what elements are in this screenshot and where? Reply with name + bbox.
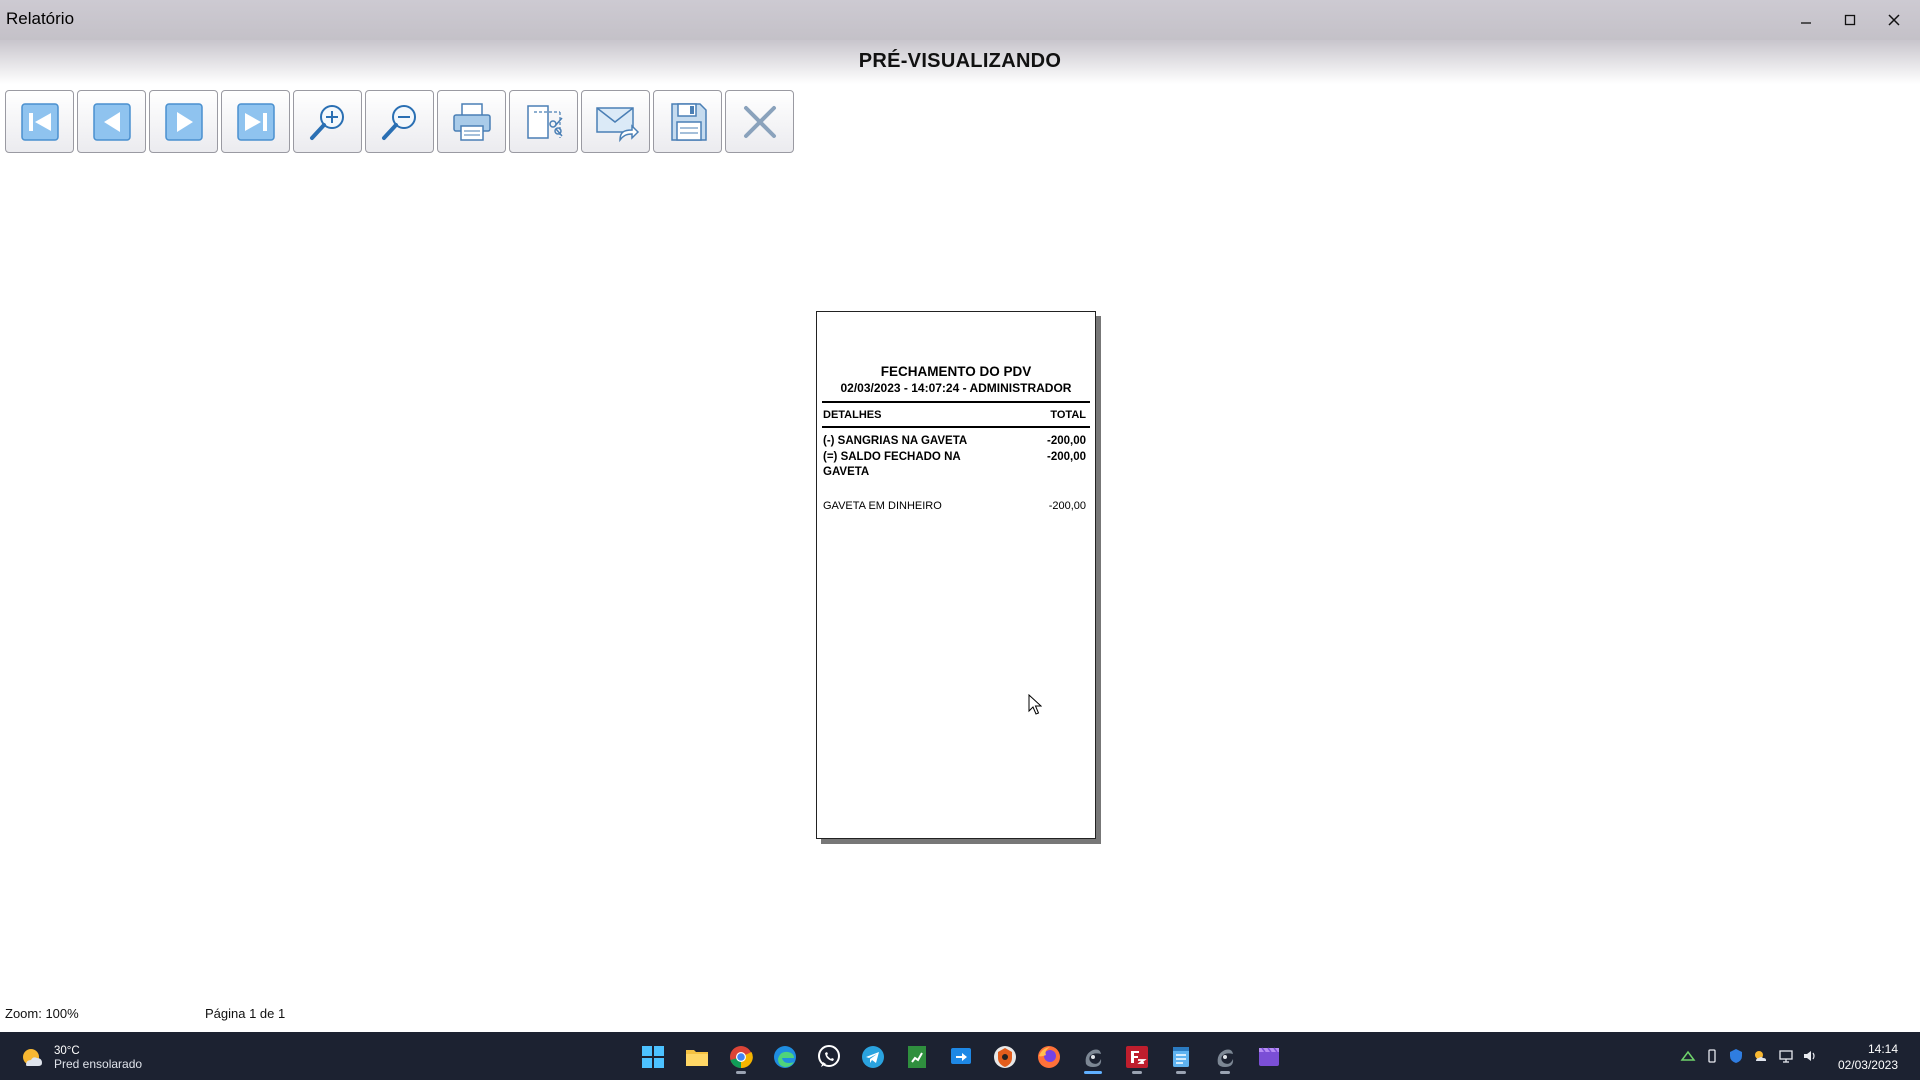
maximize-button[interactable] (1828, 0, 1872, 40)
row-value-saldo: -200,00 (1046, 451, 1086, 463)
page-setup-icon (526, 104, 563, 139)
report-divider-header (822, 426, 1090, 428)
last-page-icon (236, 102, 275, 141)
preview-header: PRÉ-VISUALIZANDO (0, 40, 1920, 84)
taskbar-app-remote[interactable] (944, 1040, 978, 1074)
report-divider-top (822, 401, 1090, 403)
next-page-button[interactable] (149, 90, 218, 153)
taskbar-running-indicator (1132, 1071, 1142, 1074)
maximize-icon (1844, 14, 1856, 26)
taskbar-active-indicator (1084, 1071, 1102, 1074)
window-title: Relatório (6, 9, 75, 28)
weather-widget[interactable]: 30°C Pred ensolarado (18, 1044, 142, 1072)
weather-temperature: 30°C (54, 1045, 80, 1057)
previous-page-icon (92, 102, 131, 141)
folder-icon (686, 1050, 708, 1066)
status-page: Página 1 de 1 (205, 1006, 286, 1021)
summary-value: -200,00 (1048, 500, 1086, 512)
column-header-total: TOTAL (1050, 409, 1086, 421)
zoom-out-icon (381, 104, 416, 140)
page-setup-button[interactable] (509, 90, 578, 153)
taskbar-running-indicator (1176, 1071, 1186, 1074)
taskbar-filezilla[interactable] (1120, 1040, 1154, 1074)
swirl-app-2-icon (1217, 1049, 1234, 1067)
zoom-in-icon (309, 104, 344, 140)
clock-time: 14:14 (1867, 1042, 1898, 1056)
close-window-button[interactable] (1872, 0, 1916, 40)
taskbar: 30°C Pred ensolarado 14:14 02/03/2023 (0, 1032, 1920, 1080)
taskbar-clock[interactable]: 14:14 02/03/2023 (1838, 1041, 1898, 1073)
close-x-icon (743, 105, 776, 138)
taskbar-whatsapp[interactable] (812, 1040, 846, 1074)
taskbar-app-swirl-2[interactable] (1208, 1040, 1242, 1074)
weather-condition: Pred ensolarado (54, 1057, 143, 1071)
remote-desktop-icon (951, 1048, 971, 1064)
row-label-sangrias: (-) SANGRIAS NA GAVETA (823, 435, 968, 447)
taskbar-notepad[interactable] (1164, 1040, 1198, 1074)
first-page-icon (20, 102, 59, 141)
close-icon (1888, 14, 1900, 26)
printer-icon (452, 102, 491, 141)
sun-cloud-icon (23, 1049, 42, 1066)
start-button[interactable] (636, 1040, 670, 1074)
mouse-cursor-icon (1028, 694, 1042, 715)
minimize-button[interactable] (1784, 0, 1828, 40)
tray-weather-icon[interactable] (1752, 1048, 1768, 1064)
tray-network-app-icon[interactable] (1680, 1048, 1696, 1064)
tray-network-icon[interactable] (1778, 1048, 1794, 1064)
taskbar-chrome[interactable] (724, 1040, 758, 1074)
chrome-icon (730, 1046, 753, 1069)
summary-label: GAVETA EM DINHEIRO (823, 500, 942, 512)
report-title: FECHAMENTO DO PDV (880, 364, 1032, 379)
next-page-icon (164, 102, 203, 141)
taskbar-telegram[interactable] (856, 1040, 890, 1074)
title-bar: Relatório (0, 0, 1920, 40)
floppy-disk-icon (670, 102, 707, 141)
zoom-in-button[interactable] (293, 90, 362, 153)
save-button[interactable] (653, 90, 722, 153)
zoom-out-button[interactable] (365, 90, 434, 153)
report-subtitle: 02/03/2023 - 14:07:24 - ADMINISTRADOR (840, 381, 1072, 395)
taskbar-file-explorer[interactable] (680, 1040, 714, 1074)
send-email-button[interactable] (581, 90, 650, 153)
taskbar-app-green[interactable] (900, 1040, 934, 1074)
telegram-icon (862, 1046, 884, 1068)
last-page-button[interactable] (221, 90, 290, 153)
taskbar-app-active[interactable] (1076, 1040, 1110, 1074)
video-editor-icon (1259, 1047, 1279, 1066)
shield-app-icon (994, 1046, 1016, 1068)
first-page-button[interactable] (5, 90, 74, 153)
edge-icon (774, 1046, 796, 1068)
swirl-app-icon (1085, 1049, 1102, 1067)
tray-security-icon[interactable] (1728, 1048, 1744, 1064)
windows-logo-icon (642, 1046, 664, 1068)
spreadsheet-icon (908, 1046, 926, 1068)
firefox-icon (1038, 1046, 1060, 1068)
tray-usb-icon[interactable] (1704, 1048, 1720, 1064)
taskbar-clipchamp[interactable] (1252, 1040, 1286, 1074)
close-preview-button[interactable] (725, 90, 794, 153)
taskbar-app-shield[interactable] (988, 1040, 1022, 1074)
previous-page-button[interactable] (77, 90, 146, 153)
minimize-icon (1801, 22, 1811, 24)
taskbar-firefox[interactable] (1032, 1040, 1066, 1074)
taskbar-edge[interactable] (768, 1040, 802, 1074)
status-zoom: Zoom: 100% (5, 1006, 79, 1021)
taskbar-running-indicator (1220, 1071, 1230, 1074)
page-heading: PRÉ-VISUALIZANDO (858, 50, 1062, 72)
row-label-saldo: (=) SALDO FECHADO NA GAVETA (823, 451, 961, 478)
tray-volume-icon[interactable] (1802, 1048, 1818, 1064)
print-button[interactable] (437, 90, 506, 153)
report-page: FECHAMENTO DO PDV 02/03/2023 - 14:07:24 … (816, 311, 1096, 839)
taskbar-running-indicator (736, 1071, 746, 1074)
report-window: Relatório PRÉ-VISUALIZANDO FECHAMENTO DO… (0, 0, 1920, 1032)
row-value-sangrias: -200,00 (1046, 435, 1086, 447)
filezilla-icon (1126, 1046, 1148, 1068)
column-header-details: DETALHES (823, 409, 882, 421)
email-send-icon (595, 106, 639, 142)
notepad-icon (1173, 1047, 1189, 1067)
whatsapp-icon (818, 1045, 840, 1067)
preview-toolbar (5, 90, 794, 154)
clock-date: 02/03/2023 (1837, 1058, 1898, 1072)
